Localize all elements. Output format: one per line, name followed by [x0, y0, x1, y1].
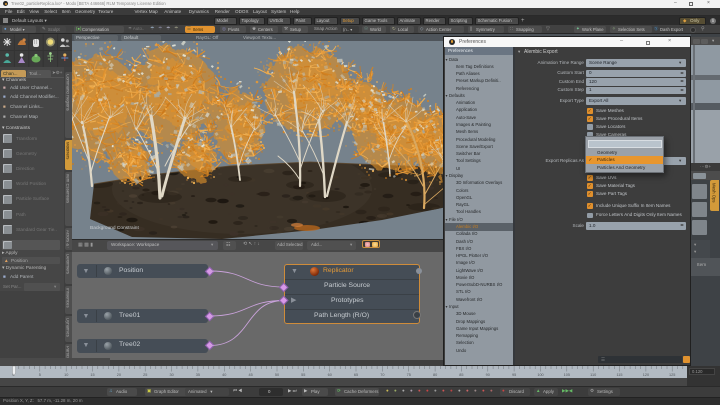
svg-text:115: 115 — [616, 373, 622, 377]
svg-text:10: 10 — [64, 373, 68, 377]
svg-text:75: 75 — [407, 373, 411, 377]
svg-text:40: 40 — [222, 373, 226, 377]
svg-text:25: 25 — [143, 373, 147, 377]
svg-text:105: 105 — [564, 373, 570, 377]
svg-text:90: 90 — [486, 373, 490, 377]
svg-text:95: 95 — [512, 373, 516, 377]
svg-text:125: 125 — [669, 373, 675, 377]
svg-text:110: 110 — [590, 373, 596, 377]
svg-text:20: 20 — [117, 373, 121, 377]
svg-text:85: 85 — [459, 373, 463, 377]
svg-text:100: 100 — [537, 373, 543, 377]
svg-text:35: 35 — [196, 373, 200, 377]
svg-text:50: 50 — [275, 373, 279, 377]
svg-text:15: 15 — [90, 373, 94, 377]
svg-text:55: 55 — [301, 373, 305, 377]
svg-text:60: 60 — [328, 373, 332, 377]
svg-text:30: 30 — [169, 373, 173, 377]
svg-text:80: 80 — [433, 373, 437, 377]
svg-text:5: 5 — [39, 373, 41, 377]
svg-text:45: 45 — [248, 373, 252, 377]
svg-text:65: 65 — [354, 373, 358, 377]
svg-text:120: 120 — [643, 373, 649, 377]
svg-text:70: 70 — [380, 373, 384, 377]
